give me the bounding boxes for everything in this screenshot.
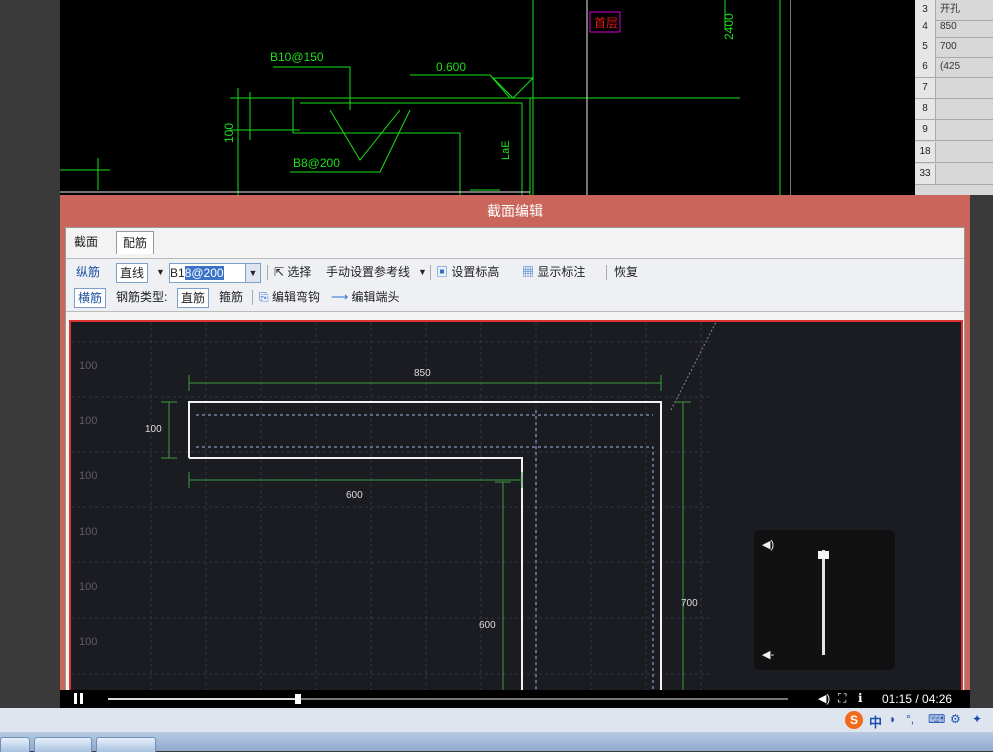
volume-high-icon: ◀) [762, 539, 775, 551]
tools-icon[interactable]: ⚙ [950, 712, 961, 726]
line-mode-button[interactable]: 直线 [116, 263, 149, 283]
annotation-icon: ▦ [522, 265, 535, 279]
punctuation-icon[interactable]: °, [906, 712, 914, 726]
table-row[interactable]: 4 850 [915, 17, 993, 38]
side-table: 3 开孔 4 850 5 700 6 (425 7 8 9 18 33 [915, 0, 993, 195]
progress-handle[interactable] [295, 694, 302, 704]
rebar-spec-prefix: B1 [170, 266, 185, 280]
hook-icon: ⎘ [259, 290, 269, 304]
dim-100-label: 100 [145, 424, 162, 435]
show-annotation-button[interactable]: ▦ 显示标注 [522, 263, 585, 281]
longitudinal-rebar-button[interactable]: 纵筋 [76, 263, 100, 281]
cad-side-view [790, 0, 916, 195]
rebar-type-label: 钢筋类型: [116, 290, 168, 304]
transverse-rebar-button[interactable]: 横筋 [74, 288, 107, 308]
grid-label: 100 [79, 526, 98, 538]
manual-reference-line-button[interactable]: 手动设置参考线 [326, 263, 410, 281]
volume-low-icon: ◀- [762, 649, 775, 661]
rebar-top-label: B10@150 [270, 50, 324, 64]
table-row[interactable]: 9 [915, 120, 993, 141]
dim-700-label: 700 [681, 598, 698, 609]
floor-tag: 首层 [594, 16, 619, 30]
table-row[interactable]: 8 [915, 99, 993, 120]
manual-reference-dropdown-icon[interactable]: ▼ [418, 263, 427, 281]
video-controls: ◀) ⛶ ℹ 01:15 / 04:26 [60, 690, 970, 708]
table-row[interactable]: 7 [915, 78, 993, 99]
restore-button[interactable]: 恢复 [614, 263, 638, 281]
dim-850-label: 850 [414, 368, 431, 379]
elevation-label: 0.600 [436, 60, 467, 74]
cad-drawing-view[interactable]: 首层 2400 B10@150 0.600 100 B8@200 LaE [60, 0, 790, 195]
table-row[interactable]: 18 [915, 142, 993, 163]
tab-section[interactable]: 截面 [68, 231, 104, 253]
rebar-spec-dropdown-icon[interactable]: ▼ [245, 264, 260, 282]
edit-end-label: 编辑端头 [351, 290, 400, 304]
line-mode-dropdown-icon[interactable]: ▼ [156, 263, 165, 281]
table-row[interactable]: 33 [915, 164, 993, 185]
edit-end-button[interactable]: ⟶ 编辑端头 [331, 288, 400, 306]
grid-label: 100 [79, 636, 98, 648]
cad-drawing [60, 0, 781, 195]
rebar-spec-input[interactable]: B18@200 ▼ [169, 263, 261, 283]
rebar-spec-selected: 8@200 [184, 266, 224, 280]
dim-600-horizontal-label: 600 [346, 490, 363, 501]
grid-label: 100 [79, 360, 98, 372]
toolbar-divider [430, 265, 431, 280]
half-width-icon[interactable]: ◗ [889, 712, 896, 726]
skin-icon[interactable]: ✦ [972, 712, 982, 726]
volume-icon[interactable]: ◀) [818, 692, 830, 705]
taskbar-item[interactable] [34, 737, 92, 752]
progress-fill [108, 698, 299, 700]
show-annotation-label: 显示标注 [537, 265, 586, 279]
edit-hook-button[interactable]: ⎘ 编辑弯钩 [259, 288, 320, 306]
table-row[interactable]: 6 (425 [915, 57, 993, 78]
end-arrow-icon: ⟶ [331, 290, 349, 304]
taskbar-item[interactable] [96, 737, 156, 752]
grid-label: 100 [79, 581, 98, 593]
select-label: 选择 [287, 265, 312, 279]
cursor-icon: ⇱ [274, 265, 285, 279]
set-elevation-label: 设置标高 [451, 265, 500, 279]
time-display: 01:15 / 04:26 [882, 692, 953, 706]
toolbar-transverse: 横筋 钢筋类型: 直筋 箍筋 ⎘ 编辑弯钩 ⟶ 编辑端头 [66, 285, 964, 312]
dialog-title[interactable]: 截面编辑 [60, 195, 970, 227]
straight-rebar-button[interactable]: 直筋 [177, 288, 210, 308]
toolbar-longitudinal: 纵筋 直线 ▼ B18@200 ▼ ⇱ 选择 手动设置参考线 ▼ ▣ 设置标高 … [66, 258, 964, 286]
sogou-logo-icon[interactable]: S [845, 711, 863, 729]
info-icon[interactable]: ℹ [858, 691, 863, 705]
set-elevation-button[interactable]: ▣ 设置标高 [436, 263, 499, 281]
stirrup-button[interactable]: 箍筋 [219, 288, 243, 306]
ime-bar: S 中 ◗ °, ⌨ ⚙ ✦ [0, 708, 993, 732]
toolbar-divider [252, 290, 253, 305]
elevation-icon: ▣ [436, 265, 449, 279]
anchor-length-label: LaE [500, 140, 512, 160]
grid-label: 100 [79, 470, 98, 482]
dim-2400-label: 2400 [722, 13, 736, 40]
volume-slider-handle[interactable] [818, 551, 829, 560]
volume-slider[interactable] [822, 550, 825, 655]
edit-hook-label: 编辑弯钩 [271, 290, 320, 304]
tab-rebar[interactable]: 配筋 [116, 231, 155, 254]
toolbar-divider [267, 265, 268, 280]
volume-popup: ◀) ◀- [754, 530, 895, 670]
table-row[interactable]: 5 700 [915, 37, 993, 58]
rebar-bottom-label: B8@200 [293, 156, 340, 170]
keyboard-icon[interactable]: ⌨ [928, 712, 945, 726]
ime-language-toggle[interactable]: 中 [869, 712, 882, 731]
grid-label: 100 [79, 415, 98, 427]
toolbar-divider [606, 265, 607, 280]
pause-icon[interactable] [74, 693, 83, 704]
dim-600-vertical-label: 600 [479, 620, 496, 631]
select-button[interactable]: ⇱ 选择 [274, 263, 311, 281]
fullscreen-icon[interactable]: ⛶ [838, 691, 846, 706]
taskbar [0, 732, 993, 752]
progress-bar[interactable] [108, 694, 788, 704]
dim-100-label: 100 [222, 122, 236, 143]
taskbar-item[interactable] [0, 737, 30, 752]
